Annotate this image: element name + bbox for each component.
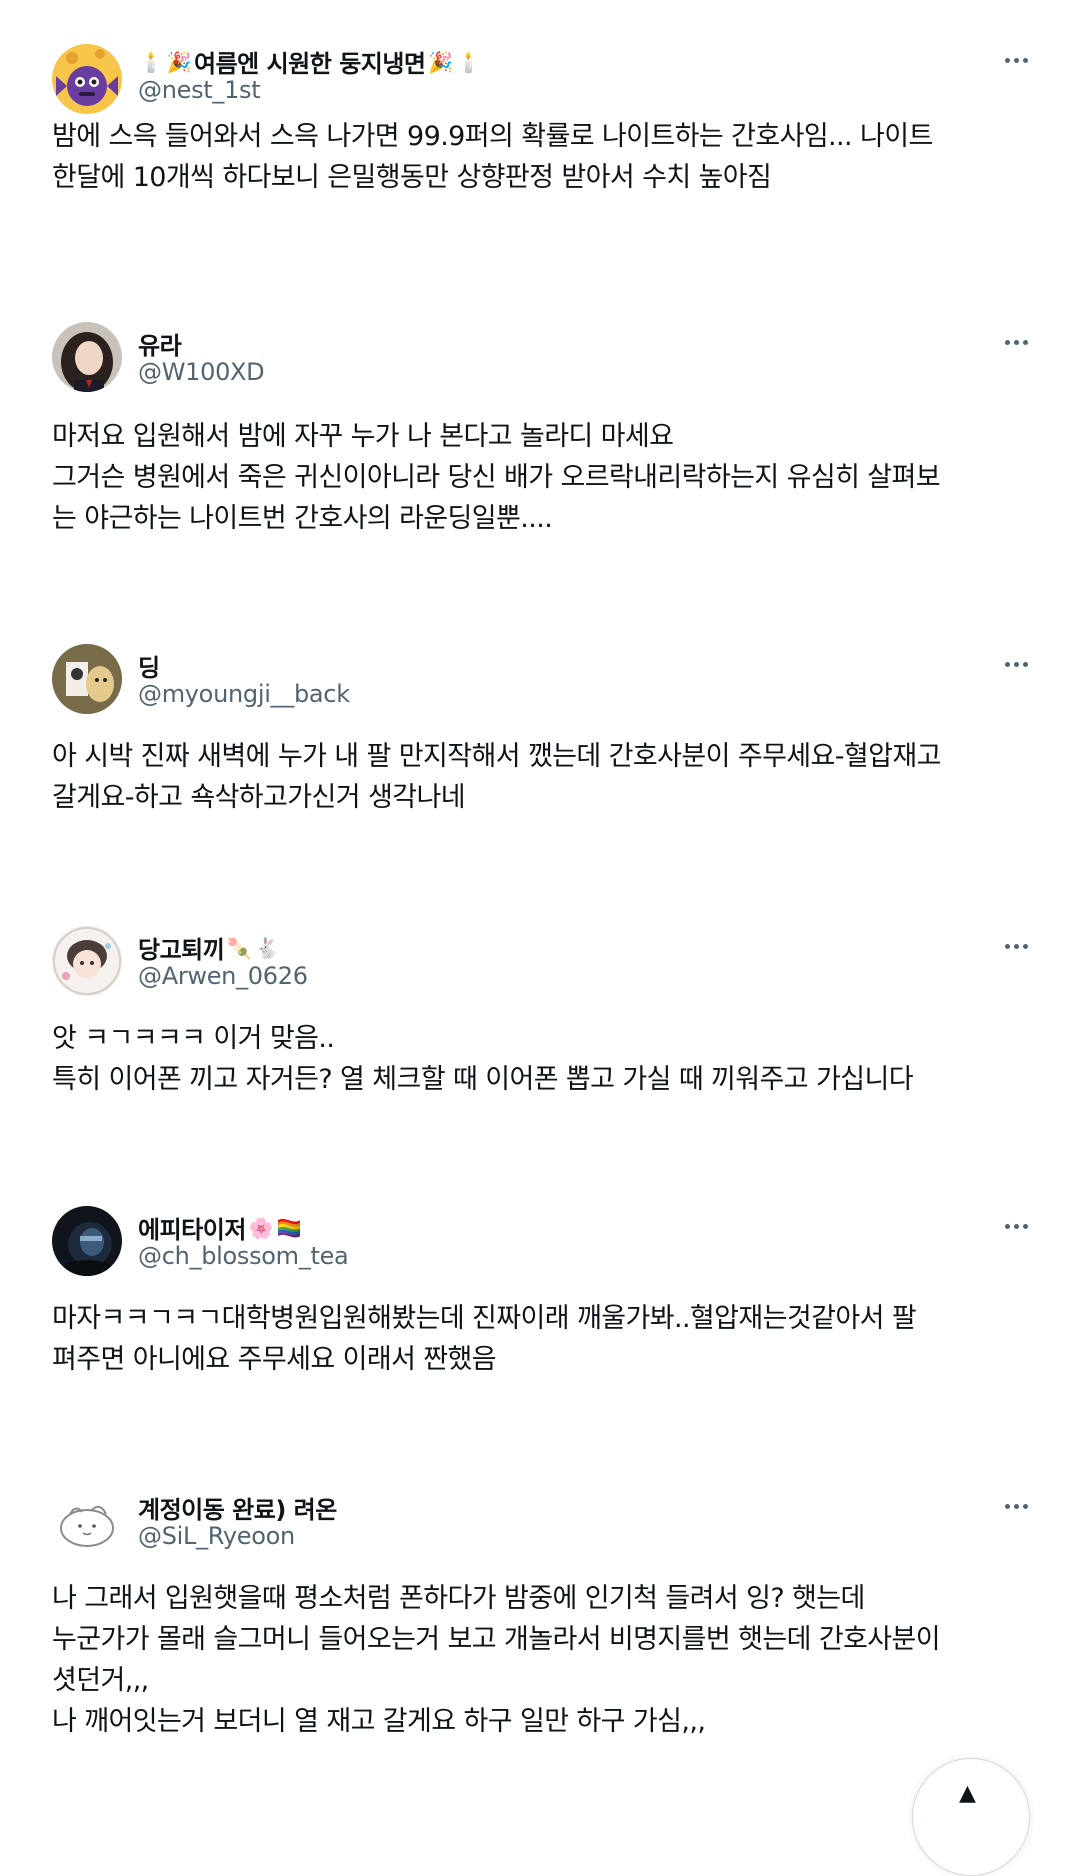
tweet-text-line: 누군가가 몰래 슬그머니 들어오는거 보고 개놀라서 비명지를번 햇는데 간호사… [52, 1624, 941, 1655]
scroll-top-button[interactable]: ▲ [912, 1758, 1030, 1876]
tweet-text-line: 특히 이어폰 끼고 자거든? 열 체크할 때 이어폰 뽑고 가실 때 끼워주고 … [52, 1064, 914, 1095]
user-handle[interactable]: @myoungji__back [138, 680, 350, 708]
tweet[interactable]: 계정이동 완료) 려온 @SiL_Ryeoon 나 그래서 입원햇을때 평소처럼… [0, 1486, 1080, 1786]
user-handle[interactable]: @W100XD [138, 358, 265, 386]
tweet-text-line: 나 그래서 입원햇을때 평소처럼 폰하다가 밤중에 인기척 들려서 잉? 햇는데 [52, 1583, 865, 1614]
candle-icon: 🕯️ [138, 49, 164, 74]
dot-icon [1004, 57, 1010, 63]
tweet-text: 나 그래서 입원햇을때 평소처럼 폰하다가 밤중에 인기척 들려서 잉? 햇는데… [52, 1578, 1032, 1742]
dot-icon [1013, 339, 1019, 345]
more-options-button[interactable] [996, 932, 1036, 960]
sketch-avatar-icon [52, 1486, 122, 1556]
dot-icon [1004, 339, 1010, 345]
tweet-text-line: 갈게요-하고 쇽삭하고가신거 생각나네 [52, 782, 466, 813]
avatar[interactable] [52, 322, 122, 392]
tweet[interactable]: 에피타이저 🌸 🏳️‍🌈 @ch_blossom_tea 마자ㅋㅋㄱㅋㄱ대학병원… [0, 1206, 1080, 1386]
tweet-text-line: 펴주면 아니에요 주무세요 이래서 짠했음 [52, 1344, 497, 1375]
cherry-blossom-icon: 🌸 [248, 1215, 274, 1240]
tweet[interactable]: 당고퇴끼 🍡 🐇 @Arwen_0626 앗 ㅋㄱㅋㅋㅋ 이거 맞음.. 특히 … [0, 926, 1080, 1106]
dot-icon [1022, 1503, 1028, 1509]
dot-icon [1013, 661, 1019, 667]
candle-icon: 🕯️ [456, 49, 481, 74]
tweet[interactable]: 🕯️ 🎉 여름엔 시원한 둥지냉면 🎉 🕯️ @nest_1st 밤에 스윽 들… [0, 40, 1080, 193]
more-options-button[interactable] [996, 46, 1036, 74]
more-options-button[interactable] [996, 1492, 1036, 1520]
author-name-row[interactable]: 당고퇴끼 🍡 🐇 [138, 930, 280, 965]
display-name[interactable]: 유라 [138, 326, 182, 361]
avatar[interactable] [52, 44, 122, 114]
tweet-text: 아 시박 진짜 새벽에 누가 내 팔 만지작해서 깼는데 간호사분이 주무세요-… [52, 736, 1032, 818]
tweet-text-line: 셧던거,,, [52, 1665, 149, 1696]
user-handle[interactable]: @SiL_Ryeoon [138, 1522, 295, 1550]
anime-character-avatar-icon [52, 926, 122, 996]
tweet[interactable]: 딩 @myoungji__back 아 시박 진짜 새벽에 누가 내 팔 만지작… [0, 644, 1080, 824]
dot-icon [1013, 943, 1019, 949]
dot-icon [1004, 661, 1010, 667]
tweet-text-line: 그거슨 병원에서 죽은 귀신이아니라 당신 배가 오르락내리락하는지 유심히 살… [52, 462, 941, 493]
tweet-text: 앗 ㅋㄱㅋㅋㅋ 이거 맞음.. 특히 이어폰 끼고 자거든? 열 체크할 때 이… [52, 1018, 1032, 1100]
dot-icon [1013, 57, 1019, 63]
dot-icon [1022, 661, 1028, 667]
tweet-text-line: 밤에 스윽 들어와서 스윽 나가면 99.9퍼의 확률로 나이트하는 간호사임.… [52, 121, 933, 152]
tweet-text-line: 아 시박 진짜 새벽에 누가 내 팔 만지작해서 깼는데 간호사분이 주무세요-… [52, 741, 941, 772]
display-name[interactable]: 에피타이저 [138, 1210, 246, 1245]
dot-icon [1004, 1223, 1010, 1229]
user-handle[interactable]: @ch_blossom_tea [138, 1242, 349, 1270]
author-name-row[interactable]: 유라 [138, 326, 182, 361]
tweet-text-line: 마자ㅋㅋㄱㅋㄱ대학병원입원해봤는데 진짜이래 깨울가봐..혈압재는것같아서 팔 [52, 1303, 917, 1334]
user-handle[interactable]: @nest_1st [138, 76, 261, 104]
avatar[interactable] [52, 1206, 122, 1276]
more-options-button[interactable] [996, 1212, 1036, 1240]
dot-icon [1013, 1503, 1019, 1509]
rainbow-flag-icon: 🏳️‍🌈 [276, 1215, 302, 1240]
avatar[interactable] [52, 1486, 122, 1556]
person-photo-avatar-icon [52, 322, 122, 392]
dot-icon [1004, 1503, 1010, 1509]
dot-icon [1013, 1223, 1019, 1229]
author-name-row[interactable]: 계정이동 완료) 려온 [138, 1490, 337, 1525]
author-name-row[interactable]: 에피타이저 🌸 🏳️‍🌈 [138, 1210, 302, 1245]
more-options-button[interactable] [996, 650, 1036, 678]
display-name[interactable]: 딩 [138, 648, 160, 683]
tweet-text-line: 한달에 10개씩 하다보니 은밀행동만 상향판정 받아서 수치 높아짐 [52, 162, 772, 193]
drawing-avatar-icon [52, 644, 122, 714]
avatar[interactable] [52, 926, 122, 996]
dango-icon: 🍡 [226, 935, 252, 960]
display-name[interactable]: 여름엔 시원한 둥지냉면 [194, 44, 426, 79]
author-name-row[interactable]: 🕯️ 🎉 여름엔 시원한 둥지냉면 🎉 🕯️ [138, 44, 482, 79]
avatar[interactable] [52, 644, 122, 714]
chevron-up-icon: ▲ [959, 1781, 976, 1806]
dot-icon [1004, 943, 1010, 949]
dark-character-avatar-icon [52, 1206, 122, 1276]
dot-icon [1022, 57, 1028, 63]
tweet-text: 마자ㅋㅋㄱㅋㄱ대학병원입원해봤는데 진짜이래 깨울가봐..혈압재는것같아서 팔 … [52, 1298, 1032, 1380]
display-name[interactable]: 계정이동 완료) 려온 [138, 1490, 337, 1525]
candy-character-avatar-icon [52, 44, 122, 114]
party-popper-icon: 🎉 [166, 49, 192, 74]
tweet-text-line: 마저요 입원해서 밤에 자꾸 누가 나 본다고 놀라디 마세요 [52, 421, 674, 452]
party-popper-icon: 🎉 [428, 49, 453, 74]
tweet[interactable]: 유라 @W100XD 마저요 입원해서 밤에 자꾸 누가 나 본다고 놀라디 마… [0, 322, 1080, 542]
user-handle[interactable]: @Arwen_0626 [138, 962, 308, 990]
display-name[interactable]: 당고퇴끼 [138, 930, 225, 965]
tweet-text-line: 앗 ㅋㄱㅋㅋㅋ 이거 맞음.. [52, 1023, 335, 1054]
author-name-row[interactable]: 딩 [138, 648, 160, 683]
dot-icon [1022, 1223, 1028, 1229]
dot-icon [1022, 943, 1028, 949]
tweet-text: 밤에 스윽 들어와서 스윽 나가면 99.9퍼의 확률로 나이트하는 간호사임.… [52, 116, 1032, 198]
more-options-button[interactable] [996, 328, 1036, 356]
dot-icon [1022, 339, 1028, 345]
tweet-text-line: 나 깨어잇는거 보더니 열 재고 갈게요 하구 일만 하구 가심,,, [52, 1706, 706, 1737]
tweet-text-line: 는 야근하는 나이트번 간호사의 라운딩일뿐.... [52, 503, 553, 534]
rabbit-icon: 🐇 [254, 935, 280, 960]
tweet-feed: 🕯️ 🎉 여름엔 시원한 둥지냉면 🎉 🕯️ @nest_1st 밤에 스윽 들… [0, 0, 1080, 1876]
tweet-text: 마저요 입원해서 밤에 자꾸 누가 나 본다고 놀라디 마세요 그거슨 병원에서… [52, 416, 1032, 539]
